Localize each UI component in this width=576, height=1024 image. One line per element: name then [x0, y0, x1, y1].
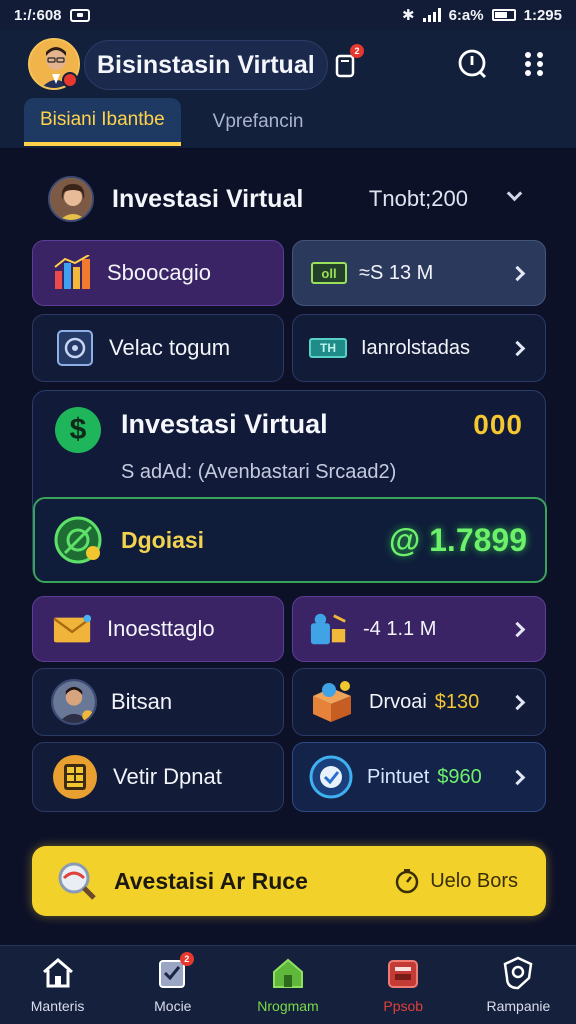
- investment-feature-card[interactable]: $ Investasi Virtual 000 S adAd: (Avenbas…: [32, 390, 547, 583]
- nav-badge: 2: [179, 952, 194, 966]
- nav-label: Manteris: [30, 998, 85, 1014]
- avatar-status-badge: [62, 72, 78, 88]
- nav-label: Ppsob: [383, 998, 424, 1014]
- card-bitsan[interactable]: Bitsan: [32, 668, 284, 736]
- card-label: Bitsan: [111, 689, 173, 714]
- checklist-icon: 2: [156, 952, 194, 990]
- nav-mocie[interactable]: 2 Mocie: [115, 946, 230, 1024]
- nav-manteris[interactable]: Manteris: [0, 946, 115, 1024]
- signal-icon: [422, 8, 441, 22]
- nav-label: Nrogmam: [257, 998, 319, 1014]
- profile-total: Tnobt;200: [368, 186, 468, 211]
- more-dots-icon: [525, 52, 543, 76]
- feature-badge: 000: [473, 409, 523, 440]
- dollar-icon: $: [55, 407, 101, 453]
- card-velac-togum[interactable]: Velac togum: [32, 314, 284, 382]
- house-green-icon: [271, 956, 305, 990]
- cta-label: Avestaisi Ar Ruce: [114, 867, 308, 894]
- card-cash[interactable]: oll ≈S 13 M: [292, 240, 546, 306]
- chevron-right-icon: [509, 694, 526, 710]
- card-label: Drvoai: [369, 690, 427, 713]
- card-value: -4 1.1 M: [363, 617, 437, 640]
- nav-label: Rampanie: [486, 998, 551, 1014]
- avatar-icon: [51, 679, 97, 725]
- card-drvoai[interactable]: Drvoai $130: [292, 668, 546, 736]
- card-value: $130: [434, 690, 480, 713]
- feature-balance-row[interactable]: Dgoiasi @ 1.7899: [33, 497, 547, 583]
- target-icon: [309, 755, 353, 799]
- card-label: Inoesttaglo: [107, 616, 215, 641]
- bluetooth-icon: ✱: [402, 7, 415, 24]
- shield-gear-icon: [501, 956, 535, 990]
- bottom-navigation: Manteris 2 Mocie Nrogmam Ppsob Rampanie: [0, 945, 576, 1024]
- gear-coin-icon: [54, 516, 102, 564]
- card-label: Vetir Dpnat: [113, 764, 222, 789]
- chevron-right-icon: [509, 769, 526, 785]
- feature-title: Investasi Virtual: [121, 409, 328, 439]
- chart-store-icon: [53, 253, 93, 293]
- status-bar: 1:/:608 ✱ 6:a% 1:295: [0, 0, 576, 30]
- card-value: $960: [437, 765, 482, 788]
- status-time-left: 1:/:608: [14, 6, 62, 24]
- profile-avatar: [48, 176, 94, 222]
- user-box-icon: [309, 609, 349, 649]
- info-button[interactable]: [452, 44, 492, 84]
- tab-bisiani[interactable]: Bisiani Ibantbe: [24, 98, 181, 146]
- chevron-right-icon: [509, 340, 526, 356]
- card-label: Sboocagio: [107, 260, 211, 285]
- battery-icon: [491, 9, 516, 21]
- status-battery-text: 6:a%: [448, 6, 484, 24]
- cta-right-label: Uelo Bors: [430, 869, 518, 892]
- cast-icon: [69, 8, 90, 22]
- nav-nrogmam[interactable]: Nrogmam: [230, 946, 345, 1024]
- card-label: Velac togum: [109, 335, 231, 360]
- main-content: Investasi Virtual Tnobt;200 Sboocagio ol…: [0, 150, 576, 945]
- card-pintuet[interactable]: Pintuet $960: [292, 742, 546, 812]
- chevron-right-icon: [509, 265, 526, 281]
- money-icon: TH: [309, 338, 347, 358]
- tab-bar: Bisiani Ibantbe Vprefancin: [24, 98, 320, 148]
- nav-label: Mocie: [154, 998, 192, 1014]
- cta-timer: Uelo Bors: [394, 868, 518, 894]
- notification-button[interactable]: 2: [326, 44, 366, 84]
- notification-badge: 2: [350, 44, 364, 58]
- cash-icon: oll: [311, 262, 347, 284]
- card-label: Ianrolstadas: [361, 336, 470, 359]
- status-time-right: 1:295: [523, 6, 562, 24]
- profile-row[interactable]: Investasi Virtual Tnobt;200: [30, 170, 546, 228]
- chevron-down-icon[interactable]: [506, 185, 523, 202]
- envelope-icon: [53, 609, 93, 649]
- feature-balance-amount: @ 1.7899: [389, 521, 527, 558]
- card-value: ≈S 13 M: [359, 261, 434, 284]
- profile-name: Investasi Virtual: [112, 184, 304, 213]
- card-user-box[interactable]: -4 1.1 M: [292, 596, 546, 662]
- card-vetir-dpnat[interactable]: Vetir Dpnat: [32, 742, 284, 812]
- card-ianrolstadas[interactable]: TH Ianrolstadas: [292, 314, 546, 382]
- home-icon: [41, 956, 75, 990]
- nav-rampanie[interactable]: Rampanie: [461, 946, 576, 1024]
- card-inoesttaglo[interactable]: Inoesttaglo: [32, 596, 284, 662]
- wallet-icon: [386, 956, 420, 990]
- feature-subtitle: S adAd: (Avenbastari Srcaad2): [121, 461, 397, 483]
- feature-balance-label: Dgoiasi: [121, 526, 205, 553]
- box-coin-icon: [309, 679, 355, 725]
- app-header: Bisinstasin Virtual 2 Bisiani Ibantbe Vp…: [0, 30, 576, 148]
- info-icon: [458, 49, 486, 78]
- chevron-right-icon: [509, 621, 526, 637]
- nav-ppsob[interactable]: Ppsob: [346, 946, 461, 1024]
- magnifier-globe-icon: [58, 862, 96, 900]
- gear-box-icon: [55, 328, 95, 368]
- app-title: Bisinstasin Virtual: [84, 40, 328, 90]
- more-menu-button[interactable]: [514, 44, 554, 84]
- card-sboocagio[interactable]: Sboocagio: [32, 240, 284, 306]
- invest-cta-button[interactable]: Avestaisi Ar Ruce Uelo Bors: [32, 846, 546, 916]
- card-label: Pintuet: [367, 765, 430, 788]
- tab-vprefancin[interactable]: Vprefancin: [197, 98, 320, 146]
- grid-coin-icon: [51, 753, 99, 801]
- timer-icon: [395, 869, 419, 894]
